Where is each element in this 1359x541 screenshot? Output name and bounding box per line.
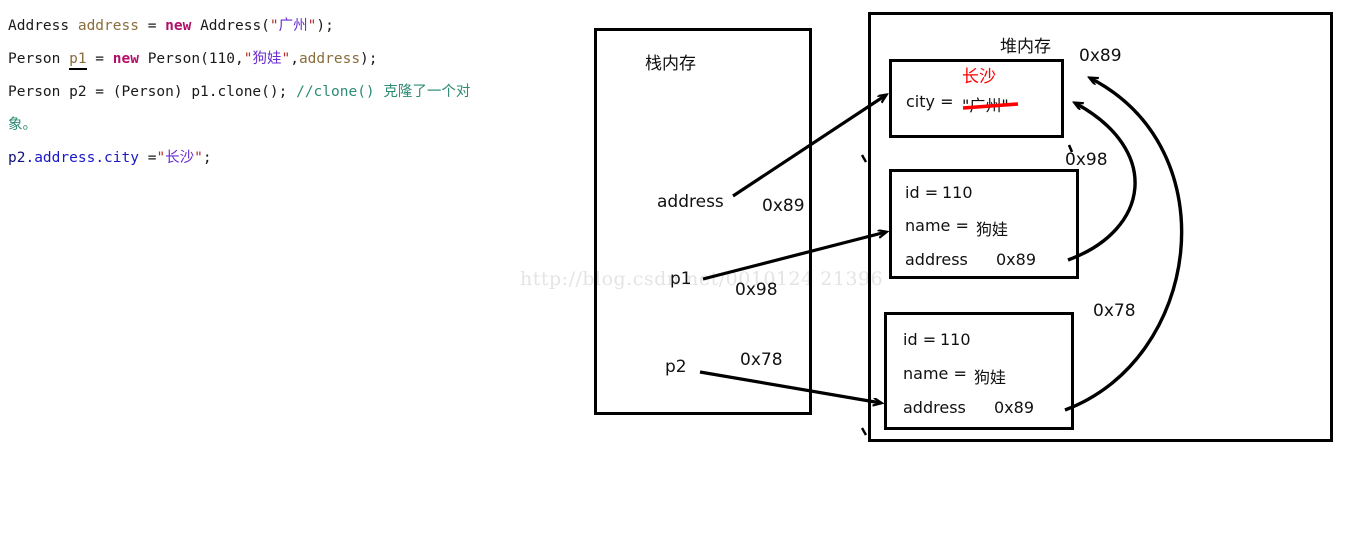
code-token-2-12: ); (360, 51, 378, 67)
code-token-3-1: Person p2 = (Person) p1.clone(); (8, 84, 297, 100)
code-line-4: 象。 (8, 109, 568, 142)
code-snippet: Address address = new Address("广州"); Pers… (8, 10, 568, 175)
person2-field-name-value: 狗娃 (974, 368, 1007, 387)
code-token-1-5: Address( (200, 18, 270, 34)
code-token-2-4: new (112, 51, 148, 67)
code-token-2-1: Person (8, 51, 70, 67)
address-field-city-label: city = (906, 92, 954, 111)
person2-field-address-label: address (903, 398, 966, 417)
stack-entry-name-address: address (657, 192, 724, 212)
heap-memory-title: 堆内存 (1000, 37, 1051, 57)
code-token-5-7: " (194, 150, 203, 166)
person1-field-address-label: address (905, 250, 968, 269)
code-token-2-11: address (298, 51, 361, 67)
code-token-5-3: .city (95, 150, 139, 166)
address-field-city-value: "广州" (962, 96, 1009, 115)
person2-field-address-value: 0x89 (994, 398, 1035, 417)
code-token-5-5: " (156, 150, 166, 166)
tick-mark-left-lower (860, 427, 868, 436)
code-token-1-1: Address (8, 18, 78, 34)
heap-object-person-p2-hex: 0x78 (1093, 301, 1136, 321)
person2-field-id-label: id = (903, 330, 937, 349)
code-line-3: Person p2 = (Person) p1.clone(); //clone… (8, 76, 568, 109)
person2-field-name-label: name = (903, 364, 967, 383)
code-token-4-1: 象。 (8, 117, 37, 133)
code-token-5-8: ; (202, 150, 212, 166)
person1-field-name-value: 狗娃 (976, 220, 1009, 239)
code-token-2-6: 110, (208, 51, 244, 67)
code-token-2-2: p1 (69, 51, 87, 70)
code-token-1-6: " (269, 18, 279, 34)
heap-object-person-p1-hex: 0x98 (1065, 150, 1108, 170)
code-token-2-10: , (290, 51, 299, 67)
stack-entry-value-p1: 0x98 (735, 280, 778, 300)
person1-field-address-value: 0x89 (996, 250, 1037, 269)
code-token-2-8: 狗娃 (252, 51, 282, 67)
code-token-1-3: = (147, 18, 166, 34)
code-token-2-5: Person( (147, 51, 209, 67)
code-token-2-9: " (281, 51, 291, 67)
code-line-1: Address address = new Address("广州"); (8, 10, 568, 43)
code-token-3-2: //clone() 克隆了一个对 (296, 84, 471, 100)
address-city-annotation: 长沙 (962, 67, 996, 87)
stack-memory-title: 栈内存 (645, 54, 696, 74)
code-line-2: Person p1 = new Person(110,"狗娃",address)… (8, 43, 568, 76)
stack-entry-name-p1: p1 (670, 269, 692, 289)
person1-field-id-value: 110 (942, 183, 973, 202)
code-token-5-2: .address (25, 150, 96, 166)
stack-entry-value-address: 0x89 (762, 196, 805, 216)
code-token-1-4: new (165, 18, 201, 34)
heap-object-address-hex: 0x89 (1079, 46, 1122, 66)
person1-field-id-label: id = (905, 183, 939, 202)
code-token-5-1: p2 (8, 150, 26, 166)
code-token-1-7: 广州 (278, 18, 308, 34)
stack-entry-value-p2: 0x78 (740, 350, 783, 370)
code-line-5: p2.address.city ="长沙"; (8, 142, 568, 175)
tick-mark-left-upper (860, 154, 868, 163)
person2-field-id-value: 110 (940, 330, 971, 349)
person1-field-name-label: name = (905, 216, 969, 235)
code-token-5-4: = (138, 150, 157, 166)
stack-entry-name-p2: p2 (665, 357, 687, 377)
code-token-1-9: ); (316, 18, 334, 34)
code-token-2-3: = (86, 51, 113, 67)
code-token-1-2: address (77, 18, 148, 34)
code-token-5-6: 长沙 (165, 150, 195, 166)
